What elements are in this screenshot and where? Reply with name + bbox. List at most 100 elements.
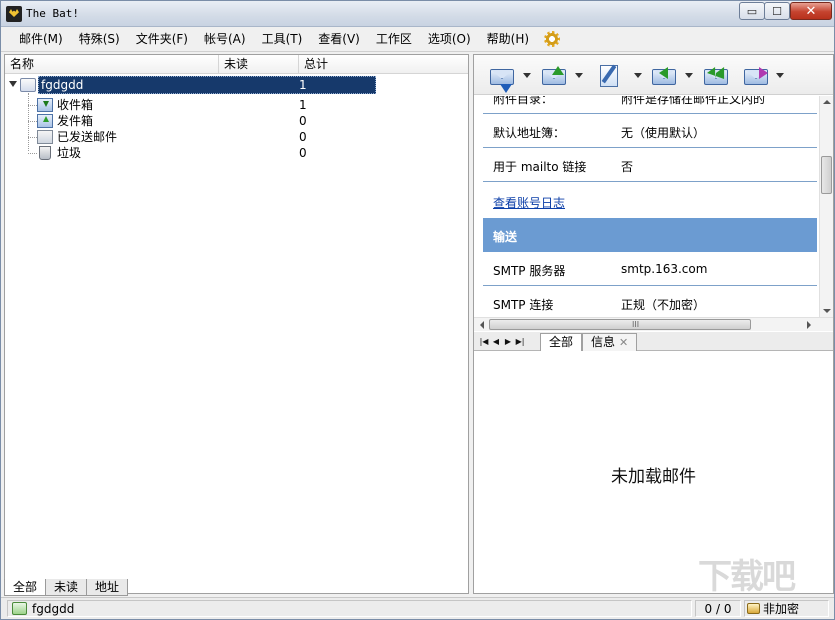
horizontal-scrollbar[interactable]: III xyxy=(474,317,833,331)
close-icon: ✕ xyxy=(805,3,817,19)
account-name: fgdgdd xyxy=(41,78,84,92)
scroll-left-icon[interactable] xyxy=(480,321,484,329)
forward-button[interactable] xyxy=(742,63,770,89)
menu-help[interactable]: 帮助(H) xyxy=(479,29,537,49)
tab-unread[interactable]: 未读 xyxy=(45,579,88,596)
trash-icon xyxy=(39,146,51,160)
account-folder-icon xyxy=(20,78,36,92)
menu-tools[interactable]: 工具(T) xyxy=(254,29,311,49)
message-nav: |◀ ◀ ▶ ▶| xyxy=(479,334,525,348)
tree-branch xyxy=(28,105,37,106)
folder-tree-panel: 名称 未读 总计 fgdgdd 1 收件箱 1 发件箱 0 已发送邮件 0 垃圾… xyxy=(4,54,469,594)
reply-icon xyxy=(652,67,676,85)
menu-options[interactable]: 选项(O) xyxy=(420,29,479,49)
prev-message-icon[interactable]: ◀ xyxy=(491,335,501,347)
prop-key: SMTP 服务器 xyxy=(493,264,566,278)
menu-view[interactable]: 查看(V) xyxy=(310,29,368,49)
scroll-thumb[interactable] xyxy=(821,156,832,194)
unlocked-icon xyxy=(747,603,760,614)
status-bar: fgdgdd 0 / 0 非加密 xyxy=(1,597,834,619)
menu-special[interactable]: 特殊(S) xyxy=(71,29,128,49)
status-account: fgdgdd xyxy=(7,600,692,617)
minimize-button[interactable]: ▭ xyxy=(739,2,765,20)
account-row[interactable]: fgdgdd 1 xyxy=(5,76,468,94)
folder-row-outbox[interactable]: 发件箱 0 xyxy=(5,113,468,129)
close-button[interactable]: ✕ xyxy=(790,2,832,20)
view-account-log-link[interactable]: 查看账号日志 xyxy=(493,194,565,211)
right-panel: 附件目录： 附件是存储在邮件正文内的 默认地址簿： 无（使用默认） 用于 mai… xyxy=(473,54,834,594)
get-mail-button[interactable] xyxy=(488,63,516,93)
tree-branch xyxy=(28,121,37,122)
menu-bar: 邮件(M) 特殊(S) 文件夹(F) 帐号(A) 工具(T) 查看(V) 工作区… xyxy=(1,27,834,52)
reply-dropdown-icon[interactable] xyxy=(685,73,693,78)
app-window: The Bat! ▭ ☐ ✕ 邮件(M) 特殊(S) 文件夹(F) 帐号(A) … xyxy=(0,0,835,620)
status-account-name: fgdgdd xyxy=(32,602,75,616)
get-mail-dropdown-icon[interactable] xyxy=(523,73,531,78)
folder-total: 1 xyxy=(299,98,307,112)
menu-account[interactable]: 帐号(A) xyxy=(196,29,254,49)
new-message-icon xyxy=(600,65,618,87)
status-encryption: 非加密 xyxy=(744,600,829,617)
scroll-thumb[interactable]: III xyxy=(489,319,751,330)
expand-arrow-icon[interactable] xyxy=(9,81,17,87)
prop-value: 无（使用默认） xyxy=(621,126,706,140)
folder-column-header: 名称 未读 总计 xyxy=(5,55,468,74)
outbox-icon xyxy=(37,114,53,128)
account-status-icon xyxy=(12,602,27,615)
send-mail-button[interactable] xyxy=(540,63,568,89)
prop-key: 默认地址簿： xyxy=(493,126,566,140)
menu-workspace[interactable]: 工作区 xyxy=(368,29,420,49)
prop-key: 附件目录： xyxy=(493,96,554,106)
prop-key: 用于 mailto 链接 xyxy=(493,160,587,174)
column-unread[interactable]: 未读 xyxy=(219,55,299,74)
folder-row-inbox[interactable]: 收件箱 1 xyxy=(5,97,468,113)
new-message-button[interactable] xyxy=(596,63,624,89)
folder-row-trash[interactable]: 垃圾 0 xyxy=(5,145,468,161)
tab-address[interactable]: 地址 xyxy=(86,579,129,596)
folder-total: 0 xyxy=(299,146,307,160)
folder-name: 已发送邮件 xyxy=(57,130,118,144)
menu-mail[interactable]: 邮件(M) xyxy=(11,29,71,49)
send-mail-icon xyxy=(542,66,566,85)
forward-icon xyxy=(744,67,768,85)
tab-message-info[interactable]: 信息 ✕ xyxy=(582,333,638,351)
account-properties-view: 附件目录： 附件是存储在邮件正文内的 默认地址簿： 无（使用默认） 用于 mai… xyxy=(474,96,819,317)
minimize-icon: ▭ xyxy=(746,4,758,18)
prop-row-address-book: 默认地址簿： 无（使用默认） xyxy=(483,114,817,148)
watermark: 下载吧 xyxy=(698,557,796,597)
encryption-label: 非加密 xyxy=(763,602,800,616)
bat-logo-icon xyxy=(6,6,22,22)
tab-all[interactable]: 全部 xyxy=(4,579,47,596)
forward-dropdown-icon[interactable] xyxy=(776,73,784,78)
prop-value: 正规（不加密） xyxy=(621,298,706,312)
prop-value: 附件是存储在邮件正文内的 xyxy=(621,96,766,106)
folder-filter-tabs: 全部 未读 地址 xyxy=(4,579,129,596)
prop-row-smtp-connection: SMTP 连接 正规（不加密） xyxy=(483,286,817,317)
last-message-icon[interactable]: ▶| xyxy=(515,335,525,347)
column-name[interactable]: 名称 xyxy=(5,55,219,74)
get-mail-icon xyxy=(490,69,514,93)
scroll-right-icon[interactable] xyxy=(807,321,811,329)
scroll-up-icon[interactable] xyxy=(823,100,831,104)
new-message-dropdown-icon[interactable] xyxy=(634,73,642,78)
sun-gear-icon[interactable] xyxy=(543,30,561,48)
close-tab-icon[interactable]: ✕ xyxy=(619,336,628,349)
send-mail-dropdown-icon[interactable] xyxy=(575,73,583,78)
prop-key: SMTP 连接 xyxy=(493,298,554,312)
next-message-icon[interactable]: ▶ xyxy=(503,335,513,347)
tab-message-all[interactable]: 全部 xyxy=(540,333,583,351)
menu-folder[interactable]: 文件夹(F) xyxy=(128,29,196,49)
message-tab-bar: |◀ ◀ ▶ ▶| 全部 信息 ✕ xyxy=(474,332,833,351)
folder-row-sent[interactable]: 已发送邮件 0 xyxy=(5,129,468,145)
reply-button[interactable] xyxy=(650,63,678,89)
vertical-scrollbar[interactable] xyxy=(819,96,833,317)
first-message-icon[interactable]: |◀ xyxy=(479,335,489,347)
scroll-down-icon[interactable] xyxy=(823,309,831,313)
reply-all-button[interactable] xyxy=(702,63,730,89)
maximize-button[interactable]: ☐ xyxy=(764,2,790,20)
prop-row-smtp-server: SMTP 服务器 smtp.163.com xyxy=(483,252,817,286)
prop-row-mailto: 用于 mailto 链接 否 xyxy=(483,148,817,182)
sent-icon xyxy=(37,130,53,144)
tab-label: 全部 xyxy=(549,335,574,349)
column-total[interactable]: 总计 xyxy=(299,55,379,74)
